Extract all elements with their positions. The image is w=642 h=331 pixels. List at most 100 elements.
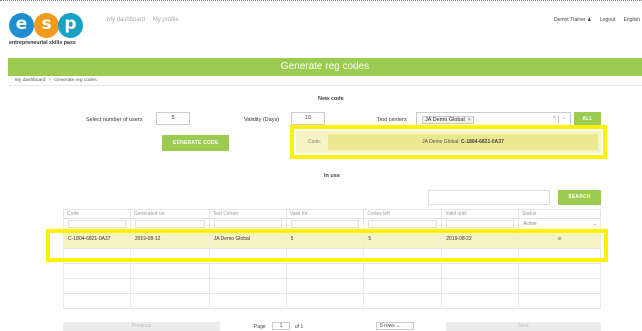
empty-cell xyxy=(518,293,601,309)
filter-generated-on-cell xyxy=(129,218,210,230)
filter-valid-for-input[interactable] xyxy=(290,220,360,228)
filter-test-center-cell xyxy=(208,218,287,230)
select-divider xyxy=(558,115,559,123)
search-button[interactable]: SEARCH xyxy=(558,190,601,205)
empty-cell xyxy=(208,293,287,309)
filter-row: Active ⌄ xyxy=(63,218,601,230)
filter-code-input[interactable] xyxy=(68,220,126,228)
rows-per-page-value: 5 rows xyxy=(380,323,395,329)
empty-cell xyxy=(208,278,287,294)
next-button[interactable]: Next xyxy=(446,322,601,331)
column-valid-until[interactable]: Valid until xyxy=(441,209,520,219)
table-header-row: Code Generated on Test Center Valid for … xyxy=(63,209,601,219)
filter-code-cell xyxy=(63,218,131,230)
top-nav: My dashboard My profile xyxy=(107,17,185,23)
empty-cell xyxy=(129,263,210,279)
nav-my-profile[interactable]: My profile xyxy=(153,17,179,23)
column-code[interactable]: Code xyxy=(63,209,131,219)
filter-valid-for-cell xyxy=(285,218,365,230)
nav-my-dashboard[interactable]: My dashboard xyxy=(107,17,145,23)
test-center-chip-label: JA Demo Global xyxy=(425,117,465,123)
status-filter-chevron-down-icon: ⌄ xyxy=(592,221,597,227)
code-label: Code: xyxy=(308,139,322,145)
language-link[interactable]: English xyxy=(624,17,640,23)
empty-table-row xyxy=(63,278,601,294)
page-total: of 1 xyxy=(295,324,304,330)
empty-cell xyxy=(363,293,443,309)
empty-cell xyxy=(363,278,443,294)
empty-cell xyxy=(129,293,210,309)
breadcrumb-current: Generate reg codes xyxy=(54,78,97,83)
page-number-input[interactable]: 1 xyxy=(272,322,290,330)
page-title: Generate reg codes xyxy=(280,61,370,72)
empty-cell xyxy=(363,263,443,279)
empty-cell xyxy=(285,263,365,279)
users-count-input[interactable]: 5 xyxy=(156,112,190,125)
generate-code-button[interactable]: GENERATE CODE xyxy=(162,135,229,151)
column-generated-on[interactable]: Generated on xyxy=(129,209,210,219)
empty-cell xyxy=(63,278,131,294)
test-centers-select[interactable]: JA Demo Global × × ⌄ xyxy=(416,112,571,126)
column-test-center[interactable]: Test Center xyxy=(208,209,287,219)
users-label: Select number of users xyxy=(86,117,143,123)
test-centers-label: Test centers xyxy=(377,117,407,123)
logo-letter-s: s xyxy=(34,13,59,38)
breadcrumb-divider xyxy=(8,85,642,86)
empty-cell xyxy=(518,263,601,279)
generated-code-text: C-1804-6821-0A37 xyxy=(461,139,504,145)
generated-code-box: Code: JA Demo Global: C-1804-6821-0A37 xyxy=(296,131,601,153)
test-center-chip: JA Demo Global × xyxy=(422,116,474,124)
search-input[interactable] xyxy=(428,190,550,205)
in-use-title: In use xyxy=(324,173,340,179)
pagination: Previous Page 1 of 1 5 rows ⌄ Next xyxy=(63,320,601,331)
column-valid-for[interactable]: Valid for xyxy=(285,209,365,219)
top-dotted-border xyxy=(0,0,642,1)
clear-icon[interactable]: × xyxy=(552,115,556,121)
logout-link[interactable]: Logout xyxy=(600,17,615,23)
all-button[interactable]: ALL xyxy=(574,112,601,126)
filter-generated-on-input[interactable] xyxy=(134,220,205,228)
user-name: Demot Trainer xyxy=(553,17,586,23)
chevron-down-icon[interactable]: ⌄ xyxy=(562,114,567,121)
filter-valid-until-input[interactable] xyxy=(446,220,515,228)
logo-letter-p: p xyxy=(58,13,83,38)
top-user-links: Demot Trainer ♟ Logout English xyxy=(547,17,640,23)
filter-codes-left-input[interactable] xyxy=(368,220,438,228)
new-code-title: New code xyxy=(318,96,344,102)
generated-code-center: JA Demo Global: xyxy=(422,139,460,145)
status-filter-select[interactable]: Active ⌄ xyxy=(518,218,601,230)
generated-code-value: JA Demo Global: C-1804-6821-0A37 xyxy=(328,134,598,150)
filter-codes-left-cell xyxy=(363,218,443,230)
previous-button[interactable]: Previous xyxy=(63,322,220,331)
empty-cell xyxy=(63,293,131,309)
user-name-link[interactable]: Demot Trainer ♟ xyxy=(554,17,592,23)
filter-test-center-input[interactable] xyxy=(213,220,282,228)
empty-cell xyxy=(441,263,520,279)
empty-cell xyxy=(285,278,365,294)
page-label: Page xyxy=(254,324,266,330)
empty-cell xyxy=(441,293,520,309)
rows-per-page-select[interactable]: 5 rows ⌄ xyxy=(376,322,414,330)
filter-valid-until-cell xyxy=(441,218,520,230)
status-filter-value: Active xyxy=(523,221,537,227)
empty-cell xyxy=(518,278,601,294)
column-status[interactable]: Status xyxy=(518,209,601,219)
validity-label: Validity (Days) xyxy=(244,117,280,123)
breadcrumb-home[interactable]: My dashboard xyxy=(15,78,45,83)
page-title-bar: Generate reg codes xyxy=(8,58,642,76)
empty-table-row xyxy=(63,263,601,279)
logo-tagline: entrepreneurial skills pass xyxy=(9,40,76,46)
empty-cell xyxy=(208,263,287,279)
user-icon: ♟ xyxy=(587,17,592,23)
empty-cell xyxy=(129,278,210,294)
logo-letter-e: e xyxy=(9,13,34,38)
chip-remove-icon[interactable]: × xyxy=(468,117,471,123)
empty-cell xyxy=(63,263,131,279)
breadcrumb: My dashboard > Generate reg codes xyxy=(15,78,97,83)
empty-table-row xyxy=(63,293,601,309)
validity-days-input[interactable]: 10 xyxy=(291,112,325,125)
esp-logo[interactable]: e s p entrepreneurial skills pass xyxy=(9,13,107,51)
empty-cell xyxy=(285,293,365,309)
column-codes-left[interactable]: Codes left xyxy=(363,209,443,219)
empty-cell xyxy=(441,278,520,294)
